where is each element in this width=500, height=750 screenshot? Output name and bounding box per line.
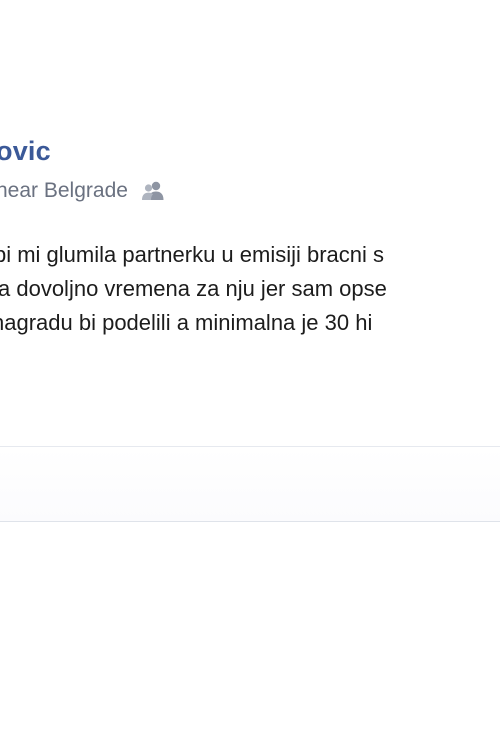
post-text-line: a dovoljno vremena za nju jer sam opse: [0, 276, 387, 301]
post-body: bi mi glumila partnerku u emisiji bracni…: [0, 238, 500, 340]
post-action-bar: [0, 447, 500, 521]
facebook-post: ovic near Belgrade bi mi glumila partner…: [0, 0, 500, 750]
post-meta: near Belgrade: [0, 176, 166, 206]
post-location[interactable]: near Belgrade: [0, 179, 128, 203]
friends-icon[interactable]: [140, 179, 166, 203]
post-text-line: nagradu bi podelili a minimalna je 30 hi: [0, 310, 373, 335]
post-text-line: bi mi glumila partnerku u emisiji bracni…: [0, 242, 385, 267]
comments-area: [0, 522, 500, 750]
post-author-name[interactable]: ovic: [0, 136, 51, 167]
